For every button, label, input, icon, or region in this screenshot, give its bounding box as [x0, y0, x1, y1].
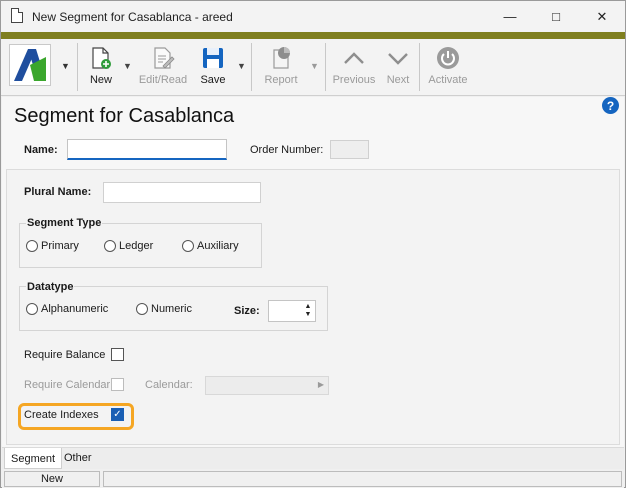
require-balance-label: Require Balance — [24, 349, 106, 361]
app-logo-button[interactable] — [9, 44, 51, 86]
status-bar: New — [2, 470, 624, 488]
edit-read-button-label: Edit/Read — [138, 74, 188, 86]
status-message — [103, 471, 622, 487]
require-balance-checkbox[interactable] — [111, 348, 124, 361]
radio-circle[interactable] — [136, 303, 148, 315]
radio-circle[interactable] — [26, 303, 38, 315]
name-label: Name: — [24, 144, 58, 156]
title-accent-strip — [1, 32, 625, 39]
form-area: Segment for Casablanca ? Name: Order Num… — [2, 97, 624, 447]
close-button[interactable]: ✕ — [579, 1, 625, 32]
chevron-right-icon: ▶ — [317, 380, 324, 389]
plural-name-input[interactable] — [103, 182, 261, 203]
require-calendar-label: Require Calendar — [24, 379, 111, 391]
new-dropdown-arrow-icon[interactable]: ▼ — [123, 61, 132, 71]
radio-primary[interactable]: Primary — [26, 240, 79, 252]
size-spinner[interactable]: ▲ ▼ — [268, 300, 316, 322]
bottom-tabs: Segment Other — [2, 447, 624, 469]
datatype-legend: Datatype — [26, 281, 75, 293]
radio-numeric-label: Numeric — [151, 303, 192, 315]
next-button[interactable]: Next — [383, 43, 413, 86]
toolbar-separator — [325, 43, 326, 91]
maximize-button[interactable]: □ — [533, 1, 579, 32]
power-icon — [436, 46, 460, 70]
report-button[interactable]: Report — [261, 43, 301, 86]
chevron-down-icon — [386, 46, 410, 70]
plural-name-label: Plural Name: — [24, 186, 92, 198]
radio-auxiliary-label: Auxiliary — [197, 240, 239, 252]
calendar-select[interactable]: ▶ — [205, 376, 329, 395]
segment-type-legend: Segment Type — [26, 217, 103, 229]
create-indexes-checkbox[interactable]: ✓ — [111, 408, 124, 421]
previous-button[interactable]: Previous — [331, 43, 377, 86]
radio-numeric[interactable]: Numeric — [136, 303, 192, 315]
toolbar-separator — [77, 43, 78, 91]
radio-ledger-label: Ledger — [119, 240, 154, 252]
report-chart-icon — [269, 46, 293, 70]
radio-alphanumeric-label: Alphanumeric — [41, 303, 109, 315]
name-input[interactable] — [67, 139, 227, 160]
save-dropdown-arrow-icon[interactable]: ▼ — [237, 61, 246, 71]
order-number-label: Order Number: — [250, 144, 324, 156]
application-window: New Segment for Casablanca - areed — □ ✕… — [0, 0, 626, 488]
edit-read-button[interactable]: Edit/Read — [137, 43, 189, 86]
new-document-icon — [89, 46, 113, 70]
radio-alphanumeric[interactable]: Alphanumeric — [26, 303, 108, 315]
report-button-label: Report — [264, 74, 298, 86]
size-label: Size: — [234, 305, 260, 317]
app-logo-icon — [14, 49, 46, 81]
activate-button[interactable]: Activate — [426, 43, 470, 86]
logo-dropdown-arrow-icon[interactable]: ▼ — [61, 61, 70, 71]
help-icon[interactable]: ? — [602, 97, 619, 114]
toolbar-separator — [251, 43, 252, 91]
radio-circle[interactable] — [104, 240, 116, 252]
radio-primary-label: Primary — [41, 240, 79, 252]
radio-circle[interactable] — [182, 240, 194, 252]
create-indexes-label: Create Indexes — [24, 409, 99, 421]
save-button-label: Save — [200, 74, 226, 86]
radio-ledger[interactable]: Ledger — [104, 240, 153, 252]
document-icon — [11, 8, 23, 23]
require-calendar-checkbox[interactable] — [111, 378, 124, 391]
spinner-arrows-icon[interactable]: ▲ ▼ — [303, 303, 313, 319]
next-button-label: Next — [386, 74, 410, 86]
previous-button-label: Previous — [332, 74, 376, 86]
radio-auxiliary[interactable]: Auxiliary — [182, 240, 239, 252]
save-button[interactable]: Save — [197, 43, 229, 86]
toolbar-separator — [419, 43, 420, 91]
title-bar: New Segment for Casablanca - areed — □ ✕ — [1, 1, 625, 32]
tab-segment[interactable]: Segment — [4, 448, 63, 469]
minimize-button[interactable]: — — [487, 1, 533, 32]
new-button-label: New — [89, 74, 112, 86]
order-number-field[interactable] — [330, 140, 369, 159]
edit-document-icon — [151, 46, 175, 70]
page-title: Segment for Casablanca — [14, 105, 235, 127]
save-disk-icon — [201, 46, 225, 70]
report-dropdown-arrow-icon[interactable]: ▼ — [310, 61, 319, 71]
tab-other[interactable]: Other — [58, 447, 98, 468]
status-mode: New — [4, 471, 100, 487]
radio-circle[interactable] — [26, 240, 38, 252]
activate-button-label: Activate — [428, 74, 468, 86]
toolbar: ▼ New ▼ Edit/Read Save ▼ Report ▼ Previo… — [1, 39, 625, 96]
chevron-up-icon — [342, 46, 366, 70]
new-button[interactable]: New — [83, 43, 119, 86]
calendar-label: Calendar: — [145, 379, 193, 391]
window-title: New Segment for Casablanca - areed — [32, 10, 233, 24]
